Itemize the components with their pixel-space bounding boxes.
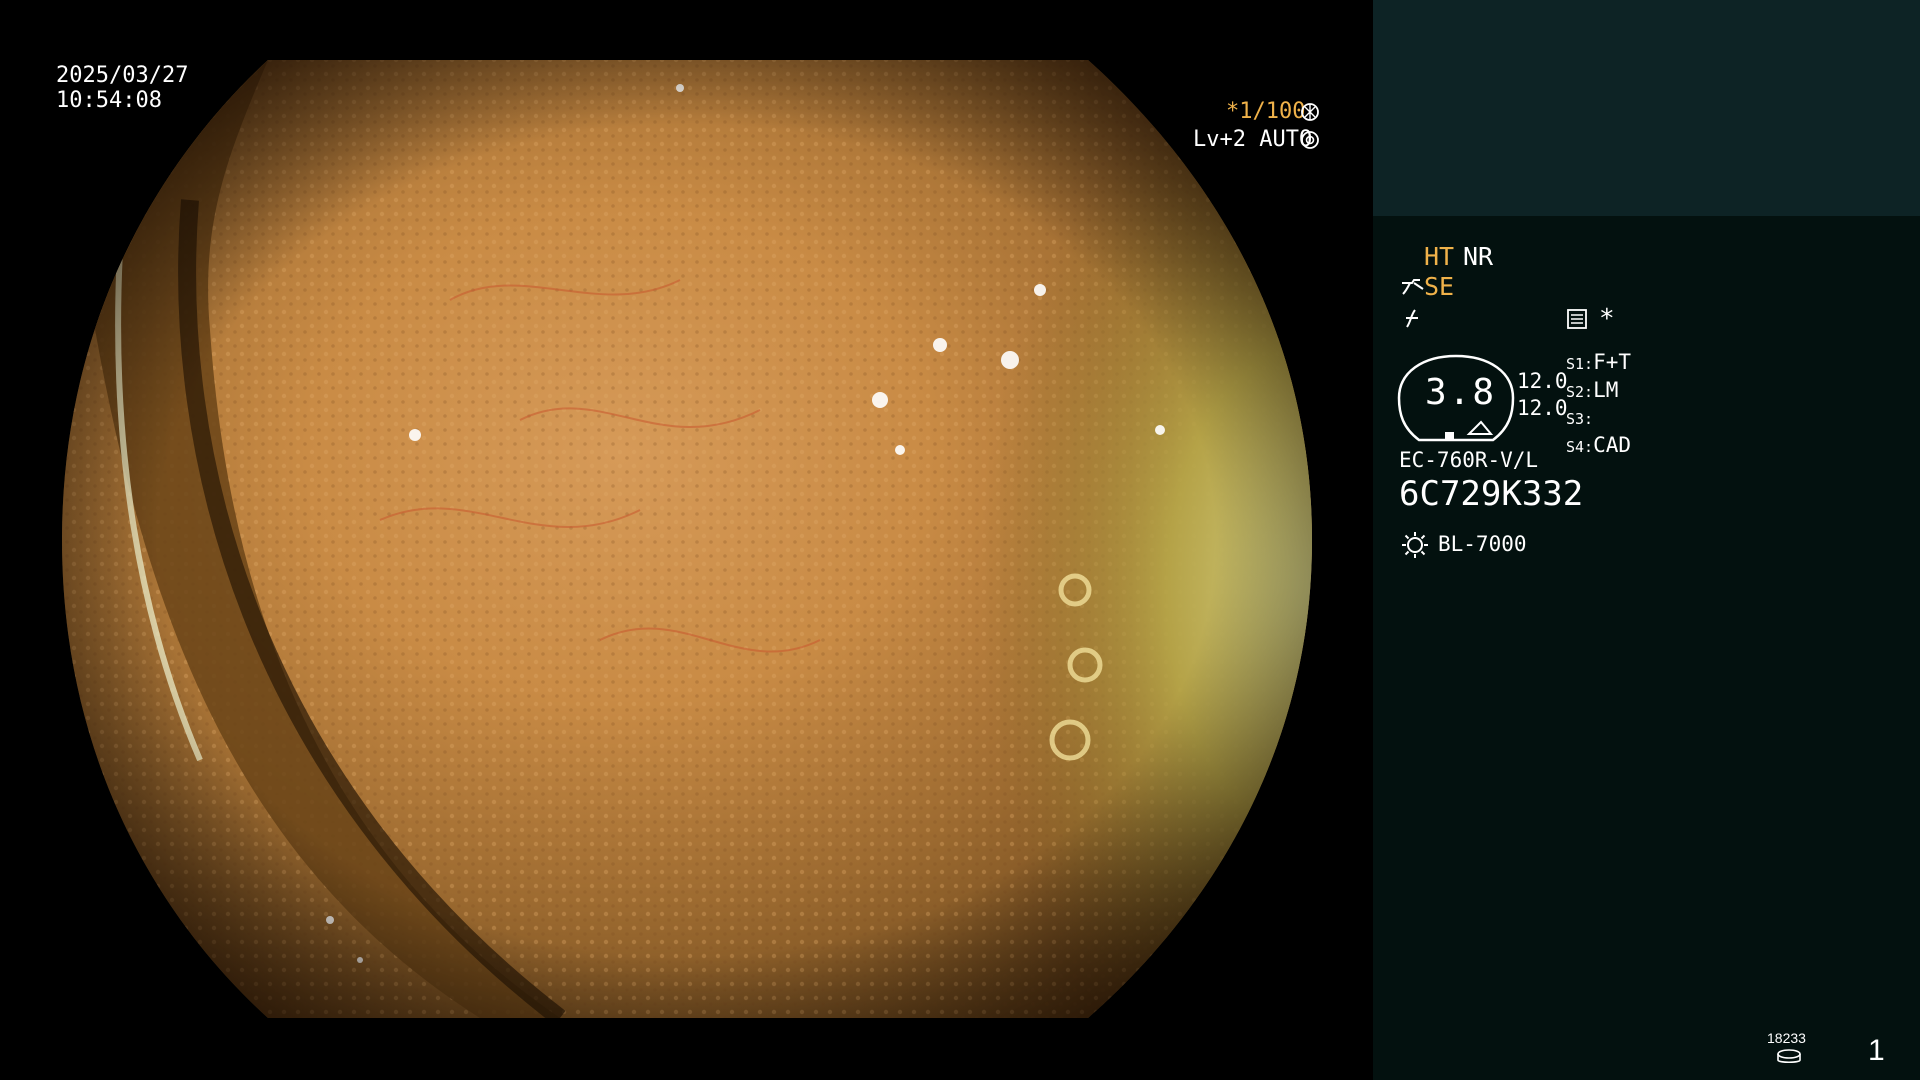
switch-key: S1: <box>1566 355 1594 373</box>
scope-tip-icon <box>1402 279 1424 295</box>
switch-item: S2:LM <box>1566 378 1631 406</box>
gauge-value: 3.8 <box>1425 372 1497 413</box>
info-panel: HT NR SE * 3.8 12.0 12.0 S1:F+T S2:LM S3… <box>1373 216 1920 1080</box>
sun-icon <box>1402 532 1428 558</box>
date-label: 2025/03/27 <box>56 63 189 88</box>
se-label: SE <box>1424 272 1455 301</box>
ht-label: HT <box>1424 242 1455 271</box>
serial-number: 6C729K332 <box>1399 474 1584 514</box>
iris-icon <box>1301 131 1319 149</box>
switch-list: S1:F+T S2:LM S3: S4:CAD <box>1566 350 1631 460</box>
switch-item: S3: <box>1566 405 1631 433</box>
zoom-bottom-value: 12.0 <box>1517 396 1568 420</box>
switch-value: F+T <box>1593 350 1632 374</box>
switch-value: CAD <box>1593 432 1632 457</box>
switch-key: S4: <box>1566 437 1594 456</box>
shutter-label: *1/100 <box>1226 99 1306 124</box>
info-panel-header <box>1373 0 1920 216</box>
time-label: 10:54:08 <box>56 88 162 113</box>
aperture-icon <box>1301 103 1319 121</box>
zoom-top-value: 12.0 <box>1517 369 1568 393</box>
nr-label: NR <box>1463 242 1494 271</box>
scope-model-label: EC-760R-V/L <box>1399 448 1539 472</box>
switch-key: S3: <box>1566 410 1594 428</box>
freeze-icon <box>1406 309 1418 328</box>
storage-count: 18233 <box>1767 1030 1806 1046</box>
page-number: 1 <box>1868 1034 1885 1067</box>
switch-item: S4:CAD <box>1566 433 1631 461</box>
switch-value: LM <box>1593 377 1619 402</box>
switch-item: S1:F+T <box>1566 350 1631 378</box>
light-source-label: BL-7000 <box>1438 532 1527 556</box>
disk-icon <box>1777 1049 1801 1064</box>
settings-list-icon <box>1567 309 1587 329</box>
switch-key: S2: <box>1566 382 1594 401</box>
star-indicator: * <box>1599 304 1615 334</box>
endoscope-image <box>62 60 1312 1018</box>
endoscope-view: 2025/03/27 10:54:08 *1/100 Lv+2 AUTO <box>0 0 1373 1080</box>
level-label: Lv+2 AUTO <box>1193 127 1313 152</box>
